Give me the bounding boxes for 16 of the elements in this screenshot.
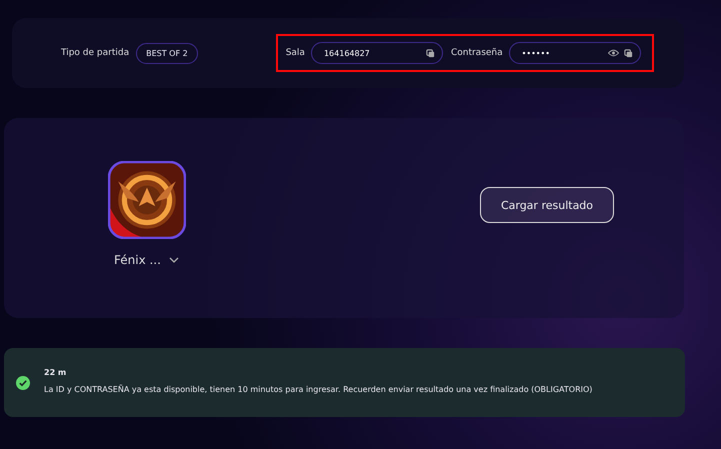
chevron-down-icon[interactable] xyxy=(168,257,179,263)
copy-icon[interactable] xyxy=(624,48,633,58)
room-value: 164164827 xyxy=(324,48,371,58)
match-type-label: Tipo de partida xyxy=(61,48,130,58)
toast-time: 22 m xyxy=(44,368,68,376)
password-value: •••••• xyxy=(522,48,551,58)
password-label: Contraseña xyxy=(450,48,503,58)
room-label: Sala xyxy=(286,48,305,58)
toast-message: La ID y CONTRASEÑA ya esta disponible, tienen 10 minutos para ingresar. Recuerden enviar resultado una vez finalizado (OBLIGATORIO) xyxy=(44,384,592,396)
match-type-badge: BEST OF 2 xyxy=(136,42,198,64)
password-field[interactable]: •••••• xyxy=(508,42,641,64)
upload-result-button[interactable]: Cargar resultado xyxy=(480,187,614,223)
team-name: Fénix ... xyxy=(114,253,161,267)
copy-icon[interactable] xyxy=(426,48,435,58)
room-field[interactable]: 164164827 xyxy=(310,42,443,64)
eye-icon[interactable] xyxy=(608,49,619,57)
